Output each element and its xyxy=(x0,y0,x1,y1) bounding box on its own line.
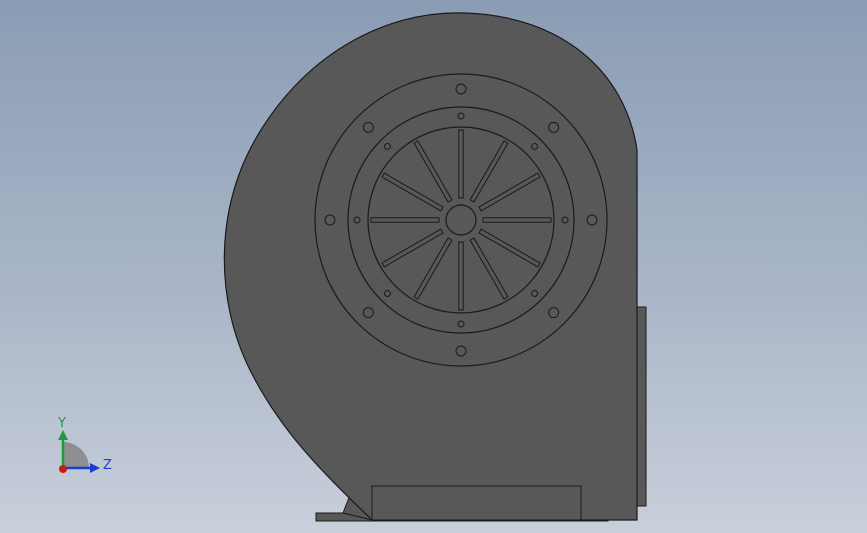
impeller-blade xyxy=(482,217,552,223)
coordinate-triad[interactable]: Y Z xyxy=(57,416,112,473)
outer-bolt-hole xyxy=(455,83,467,95)
inner-bolt-hole xyxy=(531,290,539,298)
inner-bolt-hole xyxy=(457,320,465,328)
inner-bolt-hole xyxy=(531,142,539,150)
outlet-box xyxy=(371,485,582,521)
impeller-blade xyxy=(458,129,464,199)
fan-model-view[interactable]: Y Z xyxy=(0,0,867,533)
inner-bolt-hole xyxy=(353,216,361,224)
outlet-flange xyxy=(636,306,647,507)
outer-bolt-hole xyxy=(324,214,336,226)
cad-viewport[interactable]: Y Z xyxy=(0,0,867,533)
inner-bolt-hole xyxy=(383,290,391,298)
impeller-hub xyxy=(445,204,477,236)
origin-dot-icon xyxy=(59,465,67,473)
outer-bolt-hole xyxy=(362,121,374,133)
z-axis-arrow-icon xyxy=(90,463,100,473)
inner-bolt-hole xyxy=(561,216,569,224)
y-axis-label: Y xyxy=(57,416,66,431)
inner-bolt-hole xyxy=(457,112,465,120)
z-axis-label: Z xyxy=(103,458,112,473)
triad-plane-quadrant xyxy=(63,442,89,468)
outer-bolt-hole xyxy=(362,307,374,319)
outer-bolt-hole xyxy=(455,345,467,357)
inner-bolt-hole xyxy=(383,142,391,150)
impeller-blade xyxy=(458,241,464,311)
outer-bolt-hole xyxy=(548,121,560,133)
impeller-blade xyxy=(370,217,440,223)
outer-bolt-hole xyxy=(548,307,560,319)
y-axis-arrow-icon xyxy=(58,430,68,440)
outer-bolt-hole xyxy=(586,214,598,226)
